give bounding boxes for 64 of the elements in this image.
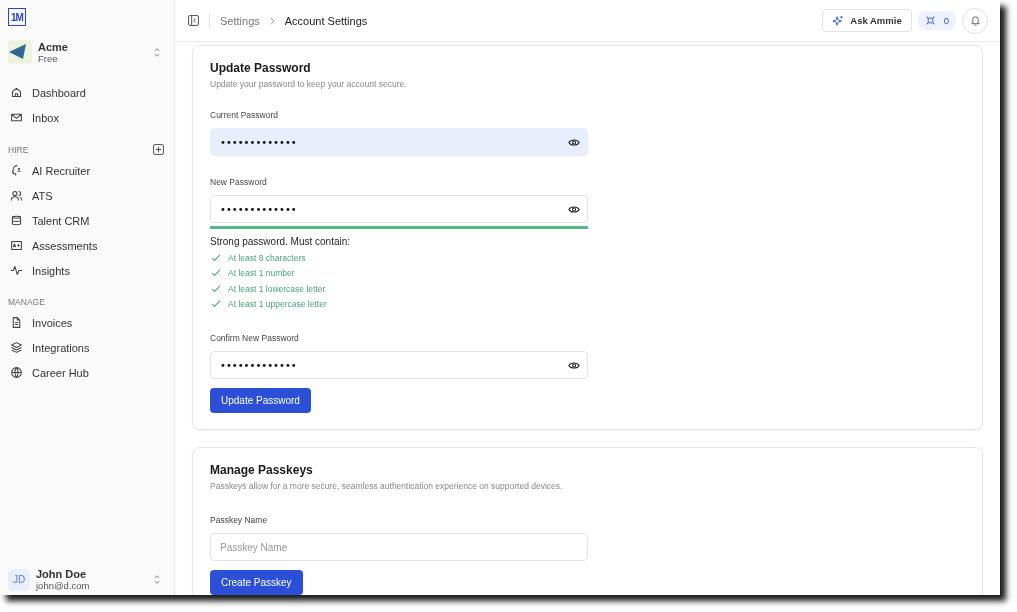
workspace-switcher[interactable]: Acme Free [8, 40, 166, 64]
update-password-button[interactable]: Update Password [210, 388, 311, 413]
field-label: New Password [210, 177, 267, 187]
eye-icon[interactable] [568, 205, 580, 214]
workspace-name: Acme [38, 40, 69, 53]
eye-icon[interactable] [568, 138, 580, 147]
breadcrumb[interactable]: Settings [220, 14, 260, 27]
requirement-text: At least 1 number [228, 268, 295, 279]
password-field[interactable]: ••••••••••••• [210, 195, 588, 223]
credits-button[interactable]: 0 [917, 11, 956, 30]
nav-item[interactable]: Inbox [8, 105, 166, 130]
nav-item[interactable]: Talent CRM [8, 208, 166, 233]
nav-item[interactable]: Integrations [8, 335, 166, 360]
workspace-plan: Free [38, 52, 59, 64]
nav-item[interactable]: ATS [8, 183, 166, 208]
globe-icon [10, 366, 23, 379]
password-field[interactable]: ••••••••••••• [210, 128, 588, 156]
user-email: john@d.com [36, 580, 91, 591]
field-label: Current Password [210, 110, 279, 120]
nav-item[interactable]: AI Recruiter [8, 158, 166, 183]
notifications-button[interactable] [962, 7, 988, 34]
add-icon[interactable] [153, 144, 164, 155]
nav-item[interactable]: Insights [8, 258, 166, 283]
card-title: Manage Passkeys [210, 463, 313, 477]
requirement-text: At least 8 characters [228, 252, 306, 263]
layers-icon [10, 341, 23, 354]
password-field[interactable]: ••••••••••••• [210, 351, 588, 379]
users-icon [10, 189, 23, 202]
strength-title: Strong password. Must contain: [210, 236, 351, 247]
card-title: Update Password [210, 61, 311, 75]
requirement-text: At least 1 lowercase letter [228, 283, 326, 294]
section-title: HIRE [8, 144, 29, 155]
logo[interactable]: 1M [8, 8, 26, 26]
home-icon [10, 86, 23, 99]
avatar: JD [8, 568, 30, 591]
requirement-text: At least 1 uppercase letter [228, 299, 327, 310]
card-subtitle: Passkeys allow for a more secure, seamless authentication experience on supported devices. [210, 481, 563, 491]
sparkle-icon [832, 14, 845, 27]
section-title: MANAGE [8, 297, 45, 307]
user-name: John Doe [36, 568, 88, 580]
create-passkey-button[interactable]: Create Passkey [210, 570, 303, 595]
test-icon [10, 239, 23, 252]
eye-icon[interactable] [568, 361, 580, 370]
chevron-updown-icon [154, 47, 160, 57]
workspace-logo-icon [8, 40, 32, 64]
file-icon [10, 316, 23, 329]
pulse-icon [10, 264, 23, 277]
database-icon [10, 214, 23, 227]
chevron-right-icon [269, 16, 275, 25]
nav-item[interactable]: Assessments [8, 233, 166, 258]
field-label: Confirm New Password [210, 333, 299, 343]
nav-item[interactable]: Dashboard [8, 80, 166, 105]
nav-item[interactable]: Career Hub [8, 360, 166, 385]
nav-item[interactable]: Invoices [8, 310, 166, 335]
field-label: Passkey Name [210, 515, 268, 525]
card-subtitle: Update your password to keep your account secure. [210, 79, 407, 89]
frame-icon [924, 15, 936, 26]
mail-icon [10, 111, 23, 124]
ask-ammie-button[interactable]: Ask Ammie [822, 9, 912, 32]
sidebar-toggle-icon[interactable] [188, 15, 199, 26]
bell-icon [969, 15, 981, 26]
passkey-name-field[interactable]: Passkey Name [210, 533, 588, 561]
chevron-updown-icon [154, 575, 160, 584]
breadcrumb: Account Settings [284, 14, 368, 27]
